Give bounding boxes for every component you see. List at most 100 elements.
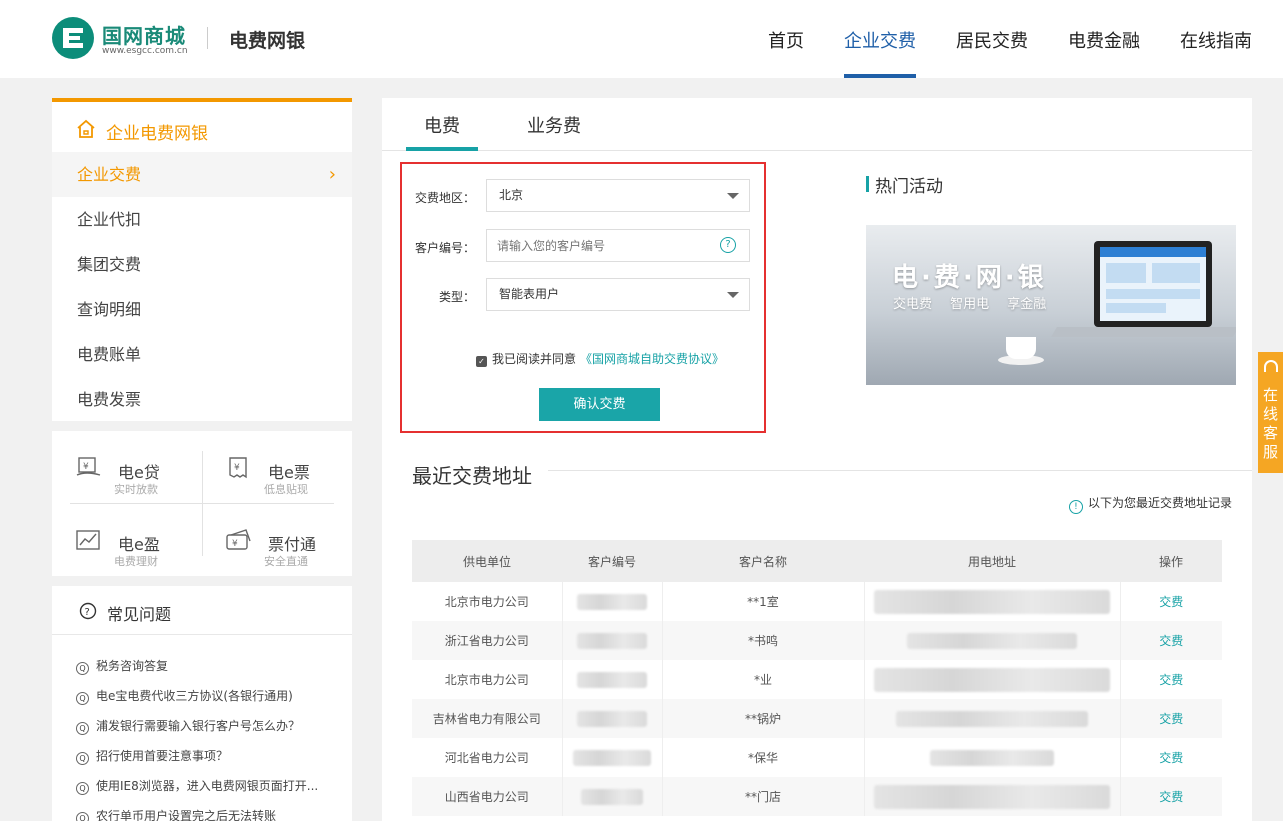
finance-products: ¥ 电e贷 实时放款 ¥ 电e票 低息贴现 电e盈 电费理财 ¥ 票付通 安全直…	[52, 431, 352, 576]
faq-item[interactable]: Q 电e宝电费代收三方协议(各银行通用)	[76, 687, 293, 705]
nav-online-guide[interactable]: 在线指南	[1180, 27, 1252, 53]
hot-activity-title: 热门活动	[875, 177, 943, 197]
nav-resident-pay[interactable]: 居民交费	[956, 27, 1028, 53]
svg-text:¥: ¥	[232, 539, 238, 549]
brand-divider	[207, 27, 208, 49]
type-select[interactable]: 智能表用户	[486, 278, 750, 311]
customer-name-cell: *保华	[662, 738, 865, 777]
tab-electricity[interactable]: 电费	[424, 112, 460, 138]
pay-link[interactable]: 交费	[1159, 595, 1183, 609]
question-icon: ?	[79, 602, 97, 620]
faq-item[interactable]: Q 税务咨询答复	[76, 657, 168, 675]
tab-service-fee[interactable]: 业务费	[527, 112, 581, 138]
product-name: 电e贷	[118, 463, 160, 482]
supply-unit-cell: 北京市电力公司	[412, 582, 563, 621]
supply-unit-cell: 河北省电力公司	[412, 738, 563, 777]
sidebar-item-bill[interactable]: 电费账单	[52, 332, 352, 377]
svg-text:¥: ¥	[234, 463, 240, 473]
sidebar-item-label: 企业交费	[77, 165, 142, 184]
agreement-checkbox[interactable]: ✓	[476, 356, 487, 367]
nav-power-finance[interactable]: 电费金融	[1068, 27, 1140, 53]
sidebar-item-group-pay[interactable]: 集团交费	[52, 242, 352, 287]
coffee-cup-icon	[1006, 337, 1036, 359]
tabs-divider	[382, 150, 1252, 151]
nav-active-indicator	[844, 74, 916, 78]
nav-enterprise-pay[interactable]: 企业交费	[844, 27, 916, 53]
chevron-right-icon: ›	[328, 164, 336, 185]
recent-addresses-note: ! 以下为您最近交费地址记录	[1068, 494, 1232, 514]
column-header: 客户编号	[562, 540, 662, 582]
help-icon[interactable]: ?	[720, 237, 736, 253]
action-cell: 交费	[1120, 699, 1222, 738]
sidebar-item-enterprise-pay[interactable]: 企业交费 ›	[52, 152, 352, 197]
agreement-link[interactable]: 《国网商城自助交费协议》	[580, 352, 724, 366]
headset-icon	[1264, 360, 1278, 372]
svg-text:?: ?	[85, 607, 90, 618]
faq-panel: ? 常见问题 Q 税务咨询答复 Q 电e宝电费代收三方协议(各银行通用) Q 浦发银行…	[52, 586, 352, 821]
pay-link[interactable]: 交费	[1159, 790, 1183, 804]
customer-number-cell	[562, 699, 663, 738]
payment-form: 交费地区： 北京 客户编号： ? 类型： 智能表用户 ✓ 我已阅读并同意《国网商城…	[400, 162, 766, 433]
address-cell	[864, 777, 1121, 816]
product-subtitle: 安全直通	[264, 555, 308, 568]
online-service-button[interactable]: 在线客服	[1258, 352, 1283, 473]
brand-name[interactable]: 国网商城	[102, 20, 186, 49]
top-header: 国网商城 www.esgcc.com.cn 电费网银 首页 企业交费 居民交费 …	[0, 0, 1283, 78]
pay-link[interactable]: 交费	[1159, 634, 1183, 648]
column-header: 操作	[1120, 540, 1222, 582]
online-service-label: 在线客服	[1262, 386, 1278, 461]
banner-subtitle: 交电费 智用电 享金融	[893, 297, 1047, 312]
product-ticket-pay[interactable]: ¥ 票付通 安全直通	[202, 511, 352, 571]
action-cell: 交费	[1120, 738, 1222, 777]
section-marker	[866, 176, 869, 192]
product-subtitle: 实时放款	[114, 483, 158, 496]
faq-item[interactable]: Q 招行使用首要注意事项？	[76, 747, 228, 765]
redacted-value	[896, 710, 1088, 727]
sidebar-item-enterprise-debit[interactable]: 企业代扣	[52, 197, 352, 242]
ticket-pay-icon: ¥	[226, 529, 251, 550]
action-cell: 交费	[1120, 777, 1222, 816]
tab-active-indicator	[406, 147, 478, 151]
pay-link[interactable]: 交费	[1159, 673, 1183, 687]
pay-link[interactable]: 交费	[1159, 751, 1183, 765]
customer-number-label: 客户编号：	[415, 241, 476, 255]
sidebar-item-invoice[interactable]: 电费发票	[52, 377, 352, 422]
table-row: 北京市电力公司 **1室 交费	[412, 582, 1222, 621]
supply-unit-cell: 吉林省电力有限公司	[412, 699, 563, 738]
table-row: 北京市电力公司 *业 交费	[412, 660, 1222, 699]
e-bill-icon: ¥	[229, 457, 247, 479]
product-e-loan[interactable]: ¥ 电e贷 实时放款	[52, 439, 202, 499]
redacted-value	[874, 667, 1110, 692]
sidebar-menu: 企业电费网银 企业交费 › 企业代扣 集团交费 查询明细 电费账单 电费发票	[52, 98, 352, 421]
divider	[52, 634, 352, 635]
recent-addresses-title: 最近交费地址	[412, 464, 532, 488]
faq-item[interactable]: Q 使用IE8浏览器，进入电费网银页面打开...	[76, 777, 318, 795]
nav-home[interactable]: 首页	[768, 27, 804, 53]
customer-number-cell	[562, 582, 663, 621]
column-header: 用电地址	[864, 540, 1120, 582]
agreement-row: ✓ 我已阅读并同意 《国网商城自助交费协议》	[476, 350, 724, 367]
product-e-bill[interactable]: ¥ 电e票 低息贴现	[202, 439, 352, 499]
customer-number-cell	[562, 777, 663, 816]
faq-item[interactable]: Q 浦发银行需要输入银行客户号怎么办？	[76, 717, 300, 735]
redacted-value	[874, 784, 1110, 809]
promo-banner[interactable]: 电·费·网·银 交电费 智用电 享金融	[866, 225, 1236, 385]
customer-number-input[interactable]	[486, 229, 750, 262]
esgcc-logo-icon[interactable]	[52, 17, 94, 59]
supply-unit-cell: 山西省电力公司	[412, 777, 563, 816]
action-cell: 交费	[1120, 582, 1222, 621]
supply-unit-cell: 浙江省电力公司	[412, 621, 563, 660]
product-name: 电e票	[268, 463, 310, 482]
sidebar-item-query-detail[interactable]: 查询明细	[52, 287, 352, 332]
table-row: 河北省电力公司 *保华 交费	[412, 738, 1222, 777]
product-e-profit[interactable]: 电e盈 电费理财	[52, 511, 202, 571]
confirm-pay-button[interactable]: 确认交费	[539, 388, 660, 421]
column-header: 供电单位	[412, 540, 562, 582]
faq-item[interactable]: Q 农行单币用户设置完之后无法转账	[76, 807, 276, 821]
pay-link[interactable]: 交费	[1159, 712, 1183, 726]
region-select[interactable]: 北京	[486, 179, 750, 212]
recent-addresses-table: 供电单位 客户编号 客户名称 用电地址 操作 北京市电力公司 **1室 交费 浙…	[412, 540, 1222, 816]
laptop-base	[1051, 327, 1236, 337]
product-subtitle: 电费理财	[114, 555, 158, 568]
address-cell	[864, 582, 1121, 621]
